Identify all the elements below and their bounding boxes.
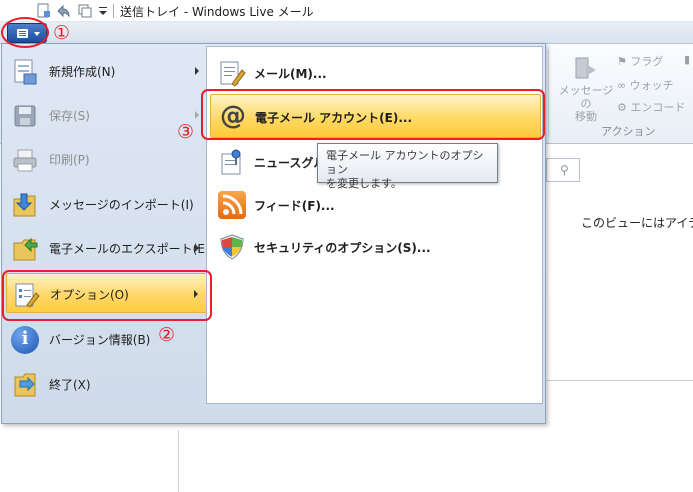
menu-item-import[interactable]: メッセージのインポート(I): [6, 184, 207, 224]
submenu-arrow-icon: [195, 67, 199, 75]
tooltip: 電子メール アカウントのオプション を変更します。: [317, 143, 498, 190]
window-title: 送信トレイ - Windows Live メール: [120, 5, 314, 19]
printer-icon: [11, 146, 39, 174]
app-menu-commands: 新規作成(N) 保存(S) 印刷(P) メッセージのインポート(I) 電子メール…: [3, 45, 210, 405]
watch-button[interactable]: ∞ ウォッチ: [617, 77, 674, 93]
encode-button[interactable]: ⚙ エンコード: [617, 99, 685, 115]
import-folder-icon: [11, 191, 39, 219]
submenu-arrow-icon: [195, 244, 199, 252]
menu-item-print[interactable]: 印刷(P): [6, 139, 207, 179]
move-message-button[interactable]: メッセージの 移動: [556, 52, 616, 123]
menu-item-exit[interactable]: 終了(X): [6, 364, 207, 404]
save-disk-icon: [11, 102, 39, 130]
search-icon: ⚲: [560, 163, 569, 177]
ribbon-tab-strip: [0, 22, 693, 44]
submenu-arrow-icon: [195, 111, 199, 119]
annotation-step-3: ③: [177, 121, 195, 143]
annotation-step-1: ①: [53, 22, 71, 44]
menu-item-label: メッセージのインポート(I): [49, 198, 194, 212]
move-message-icon: [572, 52, 600, 82]
search-input[interactable]: ⚲: [546, 158, 580, 182]
menu-item-about[interactable]: i バージョン情報(B): [6, 319, 207, 359]
reply-icon[interactable]: [56, 3, 70, 18]
menu-item-export[interactable]: 電子メールのエクスポート(E): [6, 228, 210, 268]
menu-item-new[interactable]: 新規作成(N): [6, 51, 207, 91]
tooltip-text: 電子メール アカウントのオプション を変更します。: [326, 149, 484, 190]
mail-options-icon: [218, 59, 246, 87]
glasses-icon: ∞: [617, 79, 627, 92]
encode-icon: ⚙: [617, 101, 627, 114]
menu-item-label: 新規作成(N): [49, 65, 116, 79]
ribbon-overflow-icon[interactable]: ▮: [684, 53, 690, 66]
exit-icon: [11, 371, 39, 399]
newsgroup-icon: [218, 148, 246, 176]
annotation-box-email-accounts: [201, 89, 545, 140]
submenu-item-label: セキュリティのオプション(S)...: [254, 241, 431, 255]
submenu-item-security[interactable]: セキュリティのオプション(S)...: [210, 225, 541, 269]
menu-item-label: 印刷(P): [49, 153, 90, 167]
flag-icon: ⚑: [617, 55, 627, 68]
info-icon: i: [11, 326, 39, 354]
pane-divider: [545, 380, 693, 381]
watch-label: ウォッチ: [629, 79, 674, 92]
rss-feed-icon: [218, 191, 246, 219]
annotation-box-options: [2, 270, 212, 321]
title-bar: 送信トレイ - Windows Live メール: [0, 0, 693, 22]
encode-label: エンコード: [630, 101, 686, 114]
title-separator: [113, 4, 114, 18]
menu-item-label: バージョン情報(B): [49, 333, 151, 347]
empty-view-message: このビューにはアイテムが: [581, 216, 693, 230]
submenu-item-label: メール(M)...: [254, 67, 327, 81]
export-folder-icon: [11, 235, 39, 263]
security-shield-icon: [218, 233, 246, 261]
folder-pane-border: [178, 430, 179, 492]
new-message-icon[interactable]: [37, 3, 51, 18]
customize-toolbar-icon[interactable]: [97, 3, 111, 18]
actions-group-label: アクション: [601, 125, 656, 138]
flag-button[interactable]: ⚑ フラグ: [617, 53, 663, 69]
annotation-circle-app-button: [1, 17, 49, 48]
menu-item-label: 終了(X): [49, 378, 91, 392]
send-receive-icon[interactable]: [78, 3, 92, 18]
annotation-step-2: ②: [158, 324, 176, 346]
menu-item-label: 電子メールのエクスポート(E): [49, 242, 210, 256]
new-document-icon: [11, 58, 39, 86]
menu-item-label: 保存(S): [49, 109, 90, 123]
flag-label: フラグ: [630, 55, 664, 68]
move-message-label: メッセージの 移動: [558, 84, 614, 123]
submenu-item-label: フィード(F)...: [254, 199, 335, 213]
ribbon-group-separator: [548, 50, 549, 138]
